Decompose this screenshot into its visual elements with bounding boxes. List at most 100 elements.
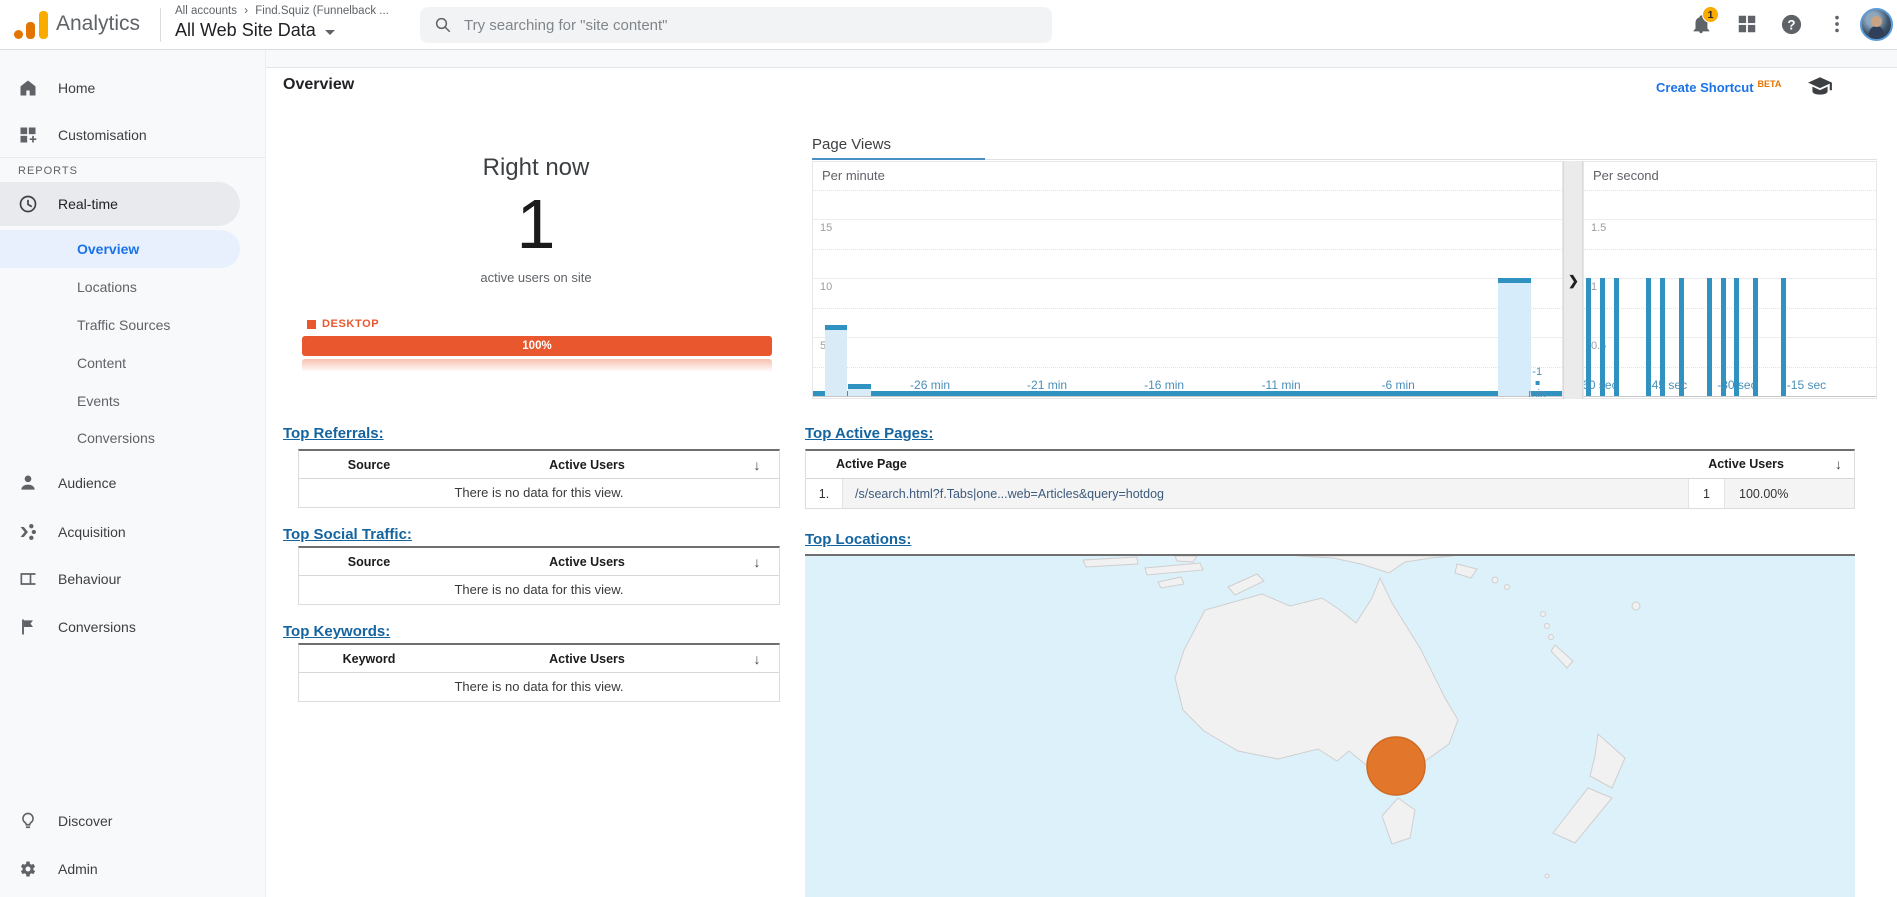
column-source[interactable]: Source [299, 555, 439, 569]
sort-descending-icon[interactable]: ↓ [735, 651, 779, 667]
active-page-link[interactable]: /s/search.html?f.Tabs|one...web=Articles… [855, 487, 1164, 501]
empty-row: There is no data for this view. [454, 582, 624, 597]
top-keywords-heading[interactable]: Top Keywords: [283, 623, 390, 640]
map-vanuatu [1540, 611, 1546, 617]
sidebar-item-customisation[interactable]: Customisation [0, 115, 240, 155]
desktop-share-bar-reflection [302, 359, 772, 372]
gear-icon [18, 859, 38, 879]
sidebar-item-acquisition[interactable]: Acquisition [0, 512, 240, 552]
chart-collapse-handle[interactable]: ❯ [1563, 161, 1583, 399]
top-active-pages-heading[interactable]: Top Active Pages: [805, 425, 933, 442]
active-users-count: 1 [516, 185, 556, 263]
reports-section-label: REPORTS [18, 165, 78, 177]
sort-descending-icon[interactable]: ↓ [1835, 456, 1842, 472]
education-cap-icon[interactable] [1807, 76, 1833, 103]
property-caret-icon [324, 29, 335, 35]
top-referrals-heading[interactable]: Top Referrals: [283, 425, 384, 442]
column-source[interactable]: Source [299, 458, 439, 472]
per-minute-label: Per minute [822, 168, 885, 183]
device-legend: DESKTOP [307, 318, 379, 330]
per-second-chart-panel: Per second 0.511.5-60 sec-45 sec-30 sec-… [1583, 161, 1877, 399]
map-sulawesi [1174, 556, 1198, 563]
avatar[interactable] [1860, 8, 1893, 41]
main-content: Overview Create Shortcut BETA Right now … [266, 50, 1897, 897]
help-button[interactable]: ? [1780, 13, 1804, 37]
breadcrumb-account[interactable]: Find.Squiz (Funnelback ... [255, 5, 389, 17]
property-selector[interactable]: All Web Site Data [175, 20, 335, 41]
sort-descending-icon[interactable]: ↓ [735, 554, 779, 570]
lightbulb-icon [18, 811, 38, 831]
flag-icon [18, 617, 38, 637]
breadcrumb-all-accounts[interactable]: All accounts [175, 5, 237, 17]
sidebar-item-realtime-conversions[interactable]: Conversions [0, 419, 240, 457]
sidebar-item-overview[interactable]: Overview [0, 230, 240, 268]
column-active-users[interactable]: Active Users [439, 652, 735, 666]
acquisition-branch-icon [18, 522, 38, 542]
behaviour-panel-icon [18, 569, 38, 589]
top-locations-map[interactable] [805, 554, 1855, 897]
customisation-icon [18, 125, 38, 145]
top-active-pages-table: Active Page Active Users ↓ 1. /s/search.… [805, 449, 1855, 509]
analytics-logo-icon[interactable] [14, 9, 48, 41]
app-header: Analytics All accounts › Find.Squiz (Fun… [0, 0, 1897, 50]
property-name[interactable]: All Web Site Data [175, 20, 316, 41]
person-icon [18, 473, 38, 493]
sort-descending-icon[interactable]: ↓ [735, 457, 779, 473]
map-vanuatu [1544, 623, 1550, 629]
top-locations-heading[interactable]: Top Locations: [805, 531, 911, 548]
per-minute-chart[interactable]: 5 10 15 -26 min -21 min -16 min -11 min -6 min -… [813, 162, 1562, 398]
page-views-rule [985, 159, 1877, 160]
sidebar-item-behaviour[interactable]: Behaviour [0, 559, 240, 599]
product-name: Analytics [56, 12, 141, 35]
sidebar-item-content[interactable]: Content [0, 344, 240, 382]
sidebar-item-discover[interactable]: Discover [0, 801, 240, 841]
apps-grid-icon [1738, 15, 1756, 33]
sidebar-item-admin[interactable]: Admin [0, 849, 240, 889]
per-minute-chart-panel: Per minute 5 10 15 -26 min -21 min -16 min -11… [812, 161, 1563, 399]
beta-badge: BETA [1757, 79, 1782, 89]
apps-grid-button[interactable] [1736, 13, 1760, 37]
empty-row: There is no data for this view. [454, 679, 624, 694]
top-keywords-table: Keyword Active Users ↓ There is no data … [298, 643, 780, 702]
more-menu-button[interactable] [1826, 13, 1850, 37]
top-social-heading[interactable]: Top Social Traffic: [283, 526, 412, 543]
search-input[interactable] [464, 16, 1004, 34]
desktop-share-bar[interactable]: 100% [302, 336, 772, 356]
right-now-title: Right now [482, 154, 590, 181]
column-active-page[interactable]: Active Page [836, 457, 907, 471]
notification-badge: 1 [1702, 6, 1719, 23]
sidebar-item-locations[interactable]: Locations [0, 268, 240, 306]
top-referrals-table: Source Active Users ↓ There is no data f… [298, 449, 780, 508]
sidebar-item-home[interactable]: Home [0, 68, 240, 108]
chevron-right-icon: ❯ [1568, 273, 1579, 288]
svg-text:?: ? [1787, 17, 1795, 32]
header-divider [160, 8, 161, 42]
column-active-users[interactable]: Active Users [1708, 457, 1784, 471]
top-social-table: Source Active Users ↓ There is no data f… [298, 546, 780, 605]
global-search[interactable] [420, 7, 1052, 43]
content-top-strip [266, 50, 1897, 68]
column-active-users[interactable]: Active Users [439, 555, 735, 569]
notifications-button[interactable]: 1 [1690, 6, 1719, 37]
create-shortcut-button[interactable]: Create Shortcut [1656, 80, 1754, 95]
sidebar-divider [0, 157, 266, 158]
row-percentage: 100.00% [1724, 479, 1854, 508]
sidebar-item-audience[interactable]: Audience [0, 463, 240, 503]
clock-icon [18, 194, 38, 214]
sidebar-item-conversions[interactable]: Conversions [0, 607, 240, 647]
empty-row: There is no data for this view. [454, 485, 624, 500]
sidebar-item-events[interactable]: Events [0, 382, 240, 420]
column-keyword[interactable]: Keyword [299, 652, 439, 666]
sidebar-item-traffic-sources[interactable]: Traffic Sources [0, 306, 240, 344]
map-vanuatu [1548, 634, 1554, 640]
breadcrumb-chevron-icon: › [244, 5, 249, 17]
breadcrumb[interactable]: All accounts › Find.Squiz (Funnelback ..… [175, 5, 389, 17]
per-second-chart[interactable]: 0.511.5-60 sec-45 sec-30 sec-15 sec [1584, 162, 1876, 398]
sidebar-item-realtime[interactable]: Real-time [0, 182, 240, 226]
map-solomons [1504, 584, 1510, 590]
column-active-users[interactable]: Active Users [439, 458, 735, 472]
home-icon [18, 78, 38, 98]
kebab-menu-icon [1835, 15, 1839, 33]
row-rank: 1. [818, 486, 830, 501]
active-users-location-dot[interactable] [1366, 736, 1426, 796]
